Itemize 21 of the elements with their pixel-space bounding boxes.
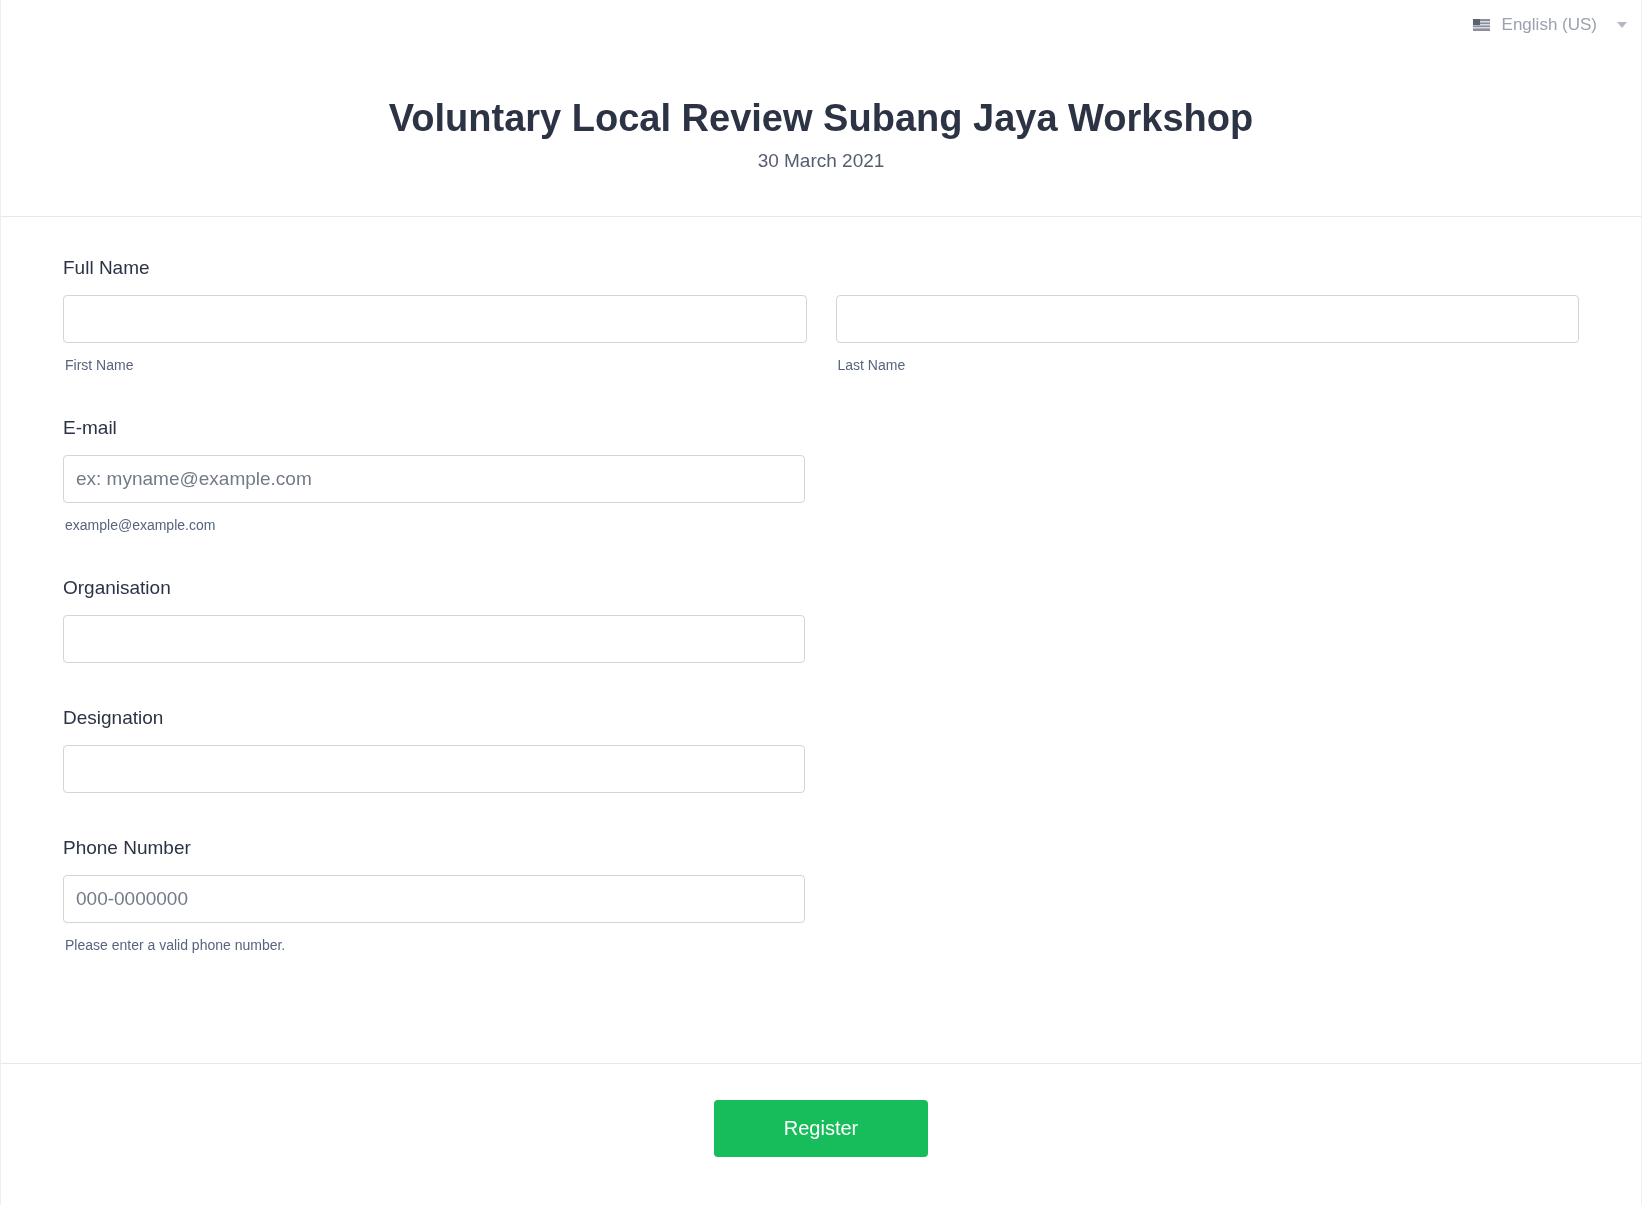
- field-label: Organisation: [63, 577, 172, 599]
- register-button[interactable]: Register: [714, 1100, 928, 1157]
- text-field[interactable]: ex: myname@example.com: [63, 455, 805, 503]
- text-field[interactable]: [835, 295, 1579, 343]
- flag-icon: [1472, 19, 1490, 31]
- field-label: E-mail: [63, 417, 118, 439]
- form-title: Voluntary Local Review Subang Jaya Workshop: [387, 97, 1255, 140]
- field-label: Phone Number: [63, 837, 192, 859]
- field-label: Designation: [63, 707, 165, 729]
- field-label: Full Name: [63, 257, 151, 279]
- text-field[interactable]: [63, 615, 805, 663]
- text-field[interactable]: 000-0000000: [63, 875, 805, 923]
- field-hint: example@example.com: [64, 517, 217, 533]
- caret-icon: [1617, 22, 1627, 28]
- field-hint: First Name: [64, 357, 135, 373]
- field-hint: Please enter a valid phone number.: [64, 937, 287, 953]
- language-dropdown[interactable]: English (US): [1501, 15, 1627, 35]
- text-field[interactable]: [63, 295, 807, 343]
- field-hint: Last Name: [836, 357, 907, 373]
- text-field[interactable]: [63, 745, 805, 793]
- event-date: 30 March 2021: [756, 150, 886, 172]
